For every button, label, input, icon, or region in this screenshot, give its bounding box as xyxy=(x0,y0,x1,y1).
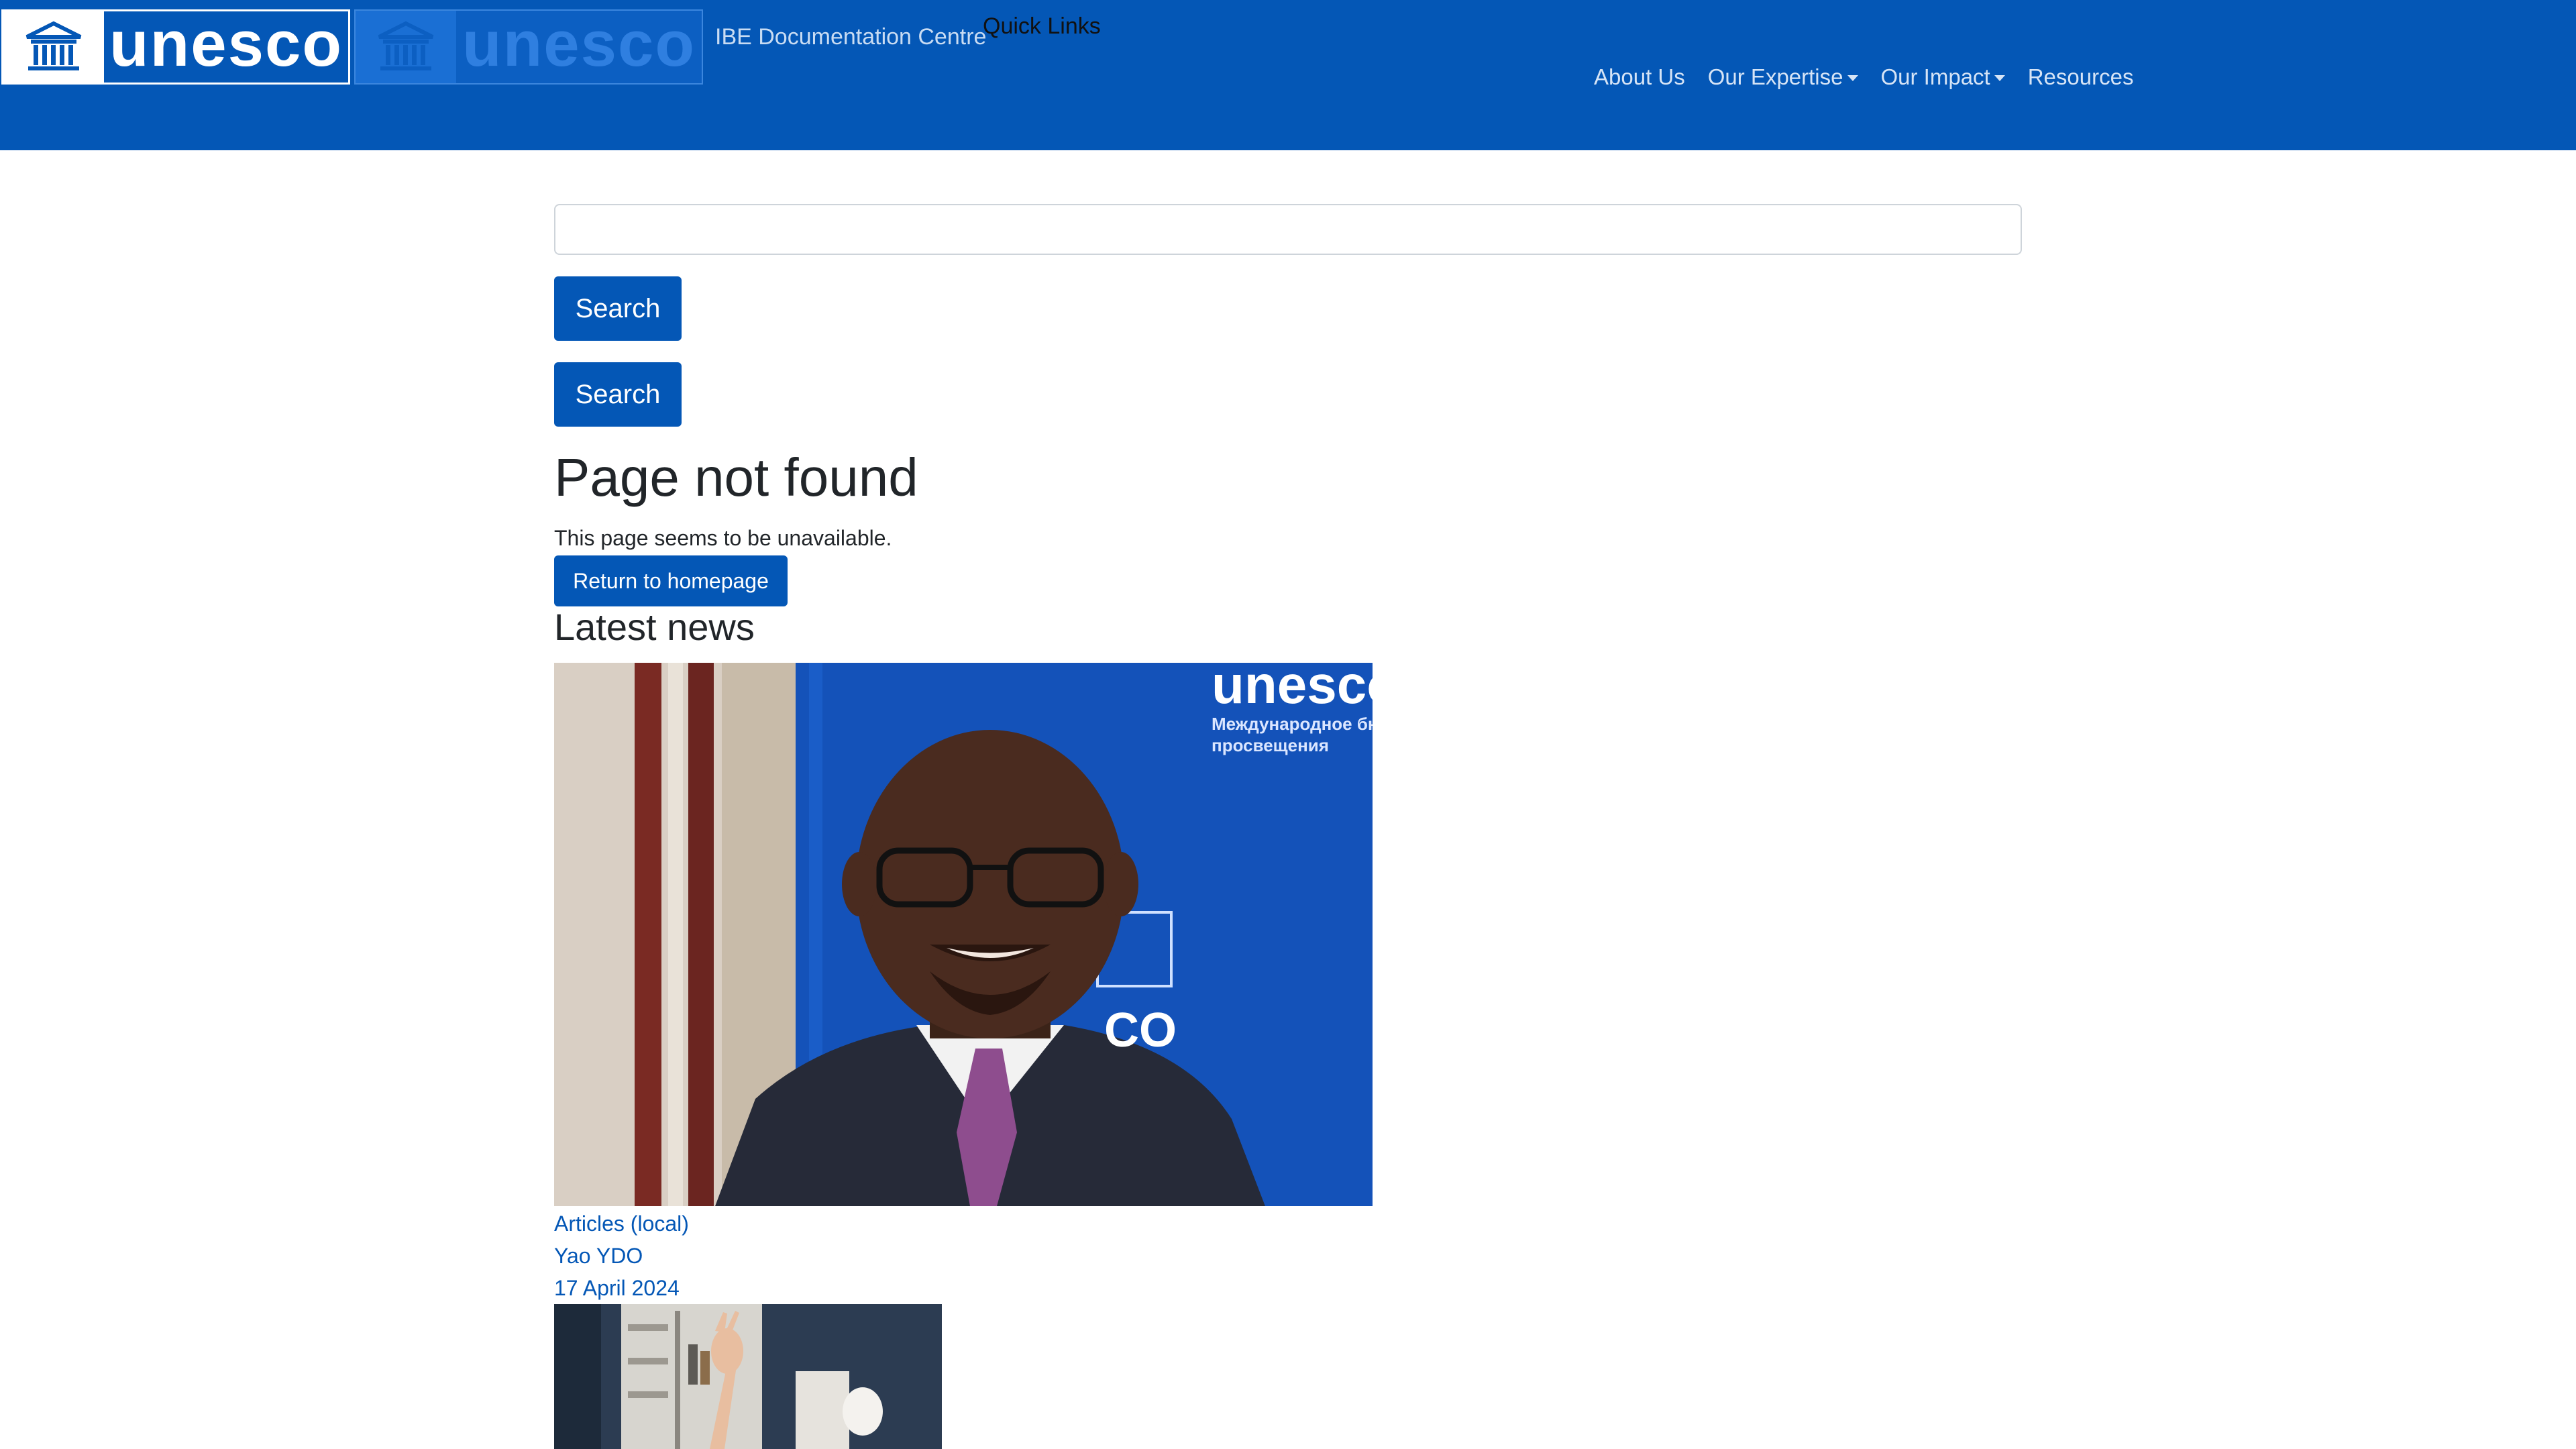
news-image-brand-text: unesco xyxy=(1212,663,1373,714)
news-image[interactable]: unesco Международное бю просвещения CO xyxy=(554,663,1373,1206)
news-photo-illustration: unesco Международное бю просвещения CO xyxy=(554,663,1373,1206)
nav-item-label: Our Impact xyxy=(1880,64,1990,89)
news-date-link[interactable]: 17 April 2024 xyxy=(554,1276,680,1301)
nav-item-resources[interactable]: Resources xyxy=(2028,64,2134,90)
quick-links-link[interactable]: Quick Links xyxy=(983,13,1101,40)
chevron-down-icon xyxy=(1847,74,1858,81)
news-image-caption-line2: просвещения xyxy=(1212,735,1329,755)
page-title: Page not found xyxy=(554,447,918,507)
page-description: This page seems to be unavailable. xyxy=(554,526,892,550)
nav-item-about-us[interactable]: About Us xyxy=(1594,64,1685,90)
nav-item-label: Our Expertise xyxy=(1707,64,1843,89)
news-image-caption-line1: Международное бю xyxy=(1212,714,1373,734)
return-homepage-button[interactable]: Return to homepage xyxy=(554,555,788,606)
news-author-link[interactable]: Yao YDO xyxy=(554,1244,643,1269)
unesco-logo-secondary[interactable]: unesco xyxy=(354,8,703,85)
unesco-temple-emblem-icon xyxy=(3,11,104,83)
nav-item-our-impact[interactable]: Our Impact xyxy=(1881,64,2005,90)
news-category-link[interactable]: Articles (local) xyxy=(554,1212,689,1236)
chevron-down-icon xyxy=(1994,74,2005,81)
main-nav: About Us Our Expertise Our Impact Resour… xyxy=(1594,64,2133,90)
search-button[interactable]: Search xyxy=(554,276,682,341)
nav-item-label: About Us xyxy=(1594,64,1685,89)
logo-text: unesco xyxy=(109,8,343,80)
news-photo-illustration xyxy=(554,1304,942,1449)
search-button-secondary[interactable]: Search xyxy=(554,362,682,427)
nav-item-our-expertise[interactable]: Our Expertise xyxy=(1708,64,1858,90)
search-input[interactable] xyxy=(554,204,2022,255)
latest-news-heading: Latest news xyxy=(554,606,755,648)
nav-item-label: Resources xyxy=(2027,64,2134,89)
news-image[interactable] xyxy=(554,1304,942,1449)
unesco-logo[interactable]: unesco xyxy=(1,8,350,85)
logo-text-secondary: unesco xyxy=(462,8,696,80)
unesco-temple-emblem-icon xyxy=(356,11,456,83)
site-name-link[interactable]: IBE Documentation Centre xyxy=(715,24,986,50)
news-image-co-text: CO xyxy=(1104,1004,1177,1057)
site-header: unesco unesco IBE Documentation Centre Q… xyxy=(0,0,2576,150)
